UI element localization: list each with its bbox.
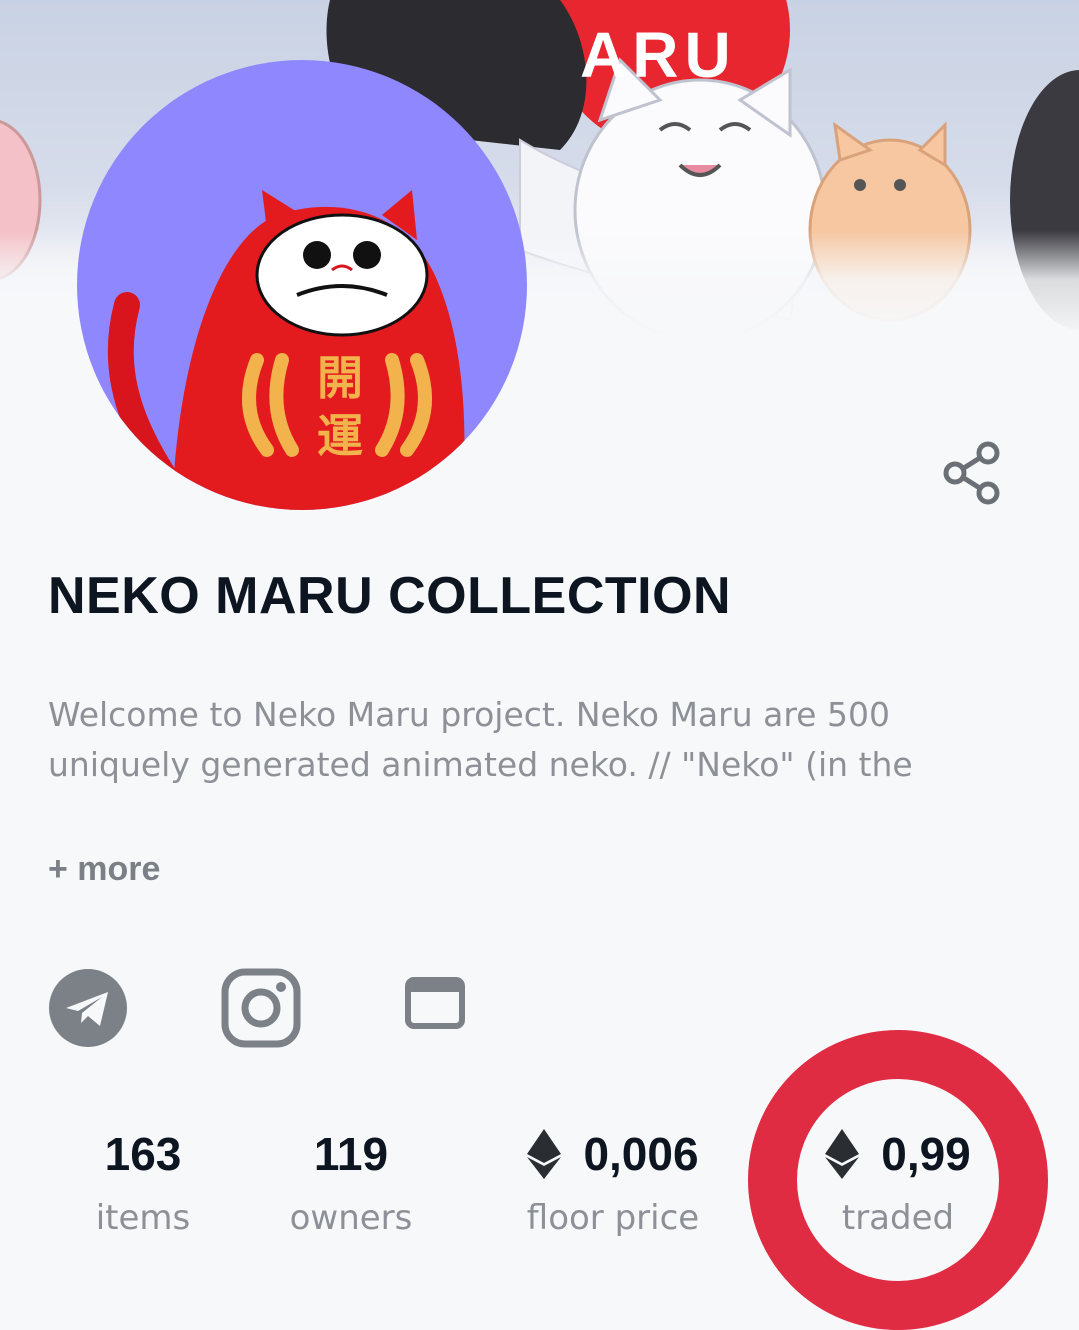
website-icon [405, 977, 465, 1029]
more-button[interactable]: + more [48, 850, 160, 889]
telegram-link[interactable] [48, 968, 128, 1048]
stat-items-value: 163 [104, 1128, 182, 1180]
avatar-kanji-1: 開 [317, 351, 363, 405]
stat-traded-label: traded [841, 1198, 955, 1238]
stat-owners: 119 owners [270, 1122, 432, 1238]
stat-owners-value: 119 [313, 1128, 389, 1180]
description-line: uniquely generated animated neko. // "Ne… [48, 745, 913, 784]
telegram-icon [49, 969, 127, 1047]
ethereum-icon [527, 1129, 562, 1179]
share-icon [943, 441, 1000, 505]
stat-floor-price: 0,006 floor price [508, 1122, 718, 1238]
stat-traded-value: 0,99 [881, 1128, 971, 1180]
share-button[interactable] [940, 440, 1004, 508]
banner-logo-text: ARU [580, 19, 737, 91]
instagram-link[interactable] [221, 968, 301, 1048]
stat-items-label: items [95, 1198, 191, 1238]
avatar-kanji-2: 運 [317, 409, 363, 463]
stat-items: 163 items [58, 1122, 228, 1238]
instagram-icon [221, 968, 301, 1048]
stat-owners-label: owners [289, 1198, 413, 1238]
stat-floor-label: floor price [526, 1198, 700, 1238]
ethereum-icon [825, 1129, 860, 1179]
collection-avatar: 開 運 [77, 60, 527, 510]
description-line: Welcome to Neko Maru project. Neko Maru … [48, 695, 890, 734]
stat-traded: 0,99 traded [810, 1122, 986, 1238]
website-link[interactable] [404, 968, 466, 1048]
collection-title: NEKO MARU COLLECTION [48, 567, 732, 625]
stat-floor-value: 0,006 [583, 1128, 699, 1180]
